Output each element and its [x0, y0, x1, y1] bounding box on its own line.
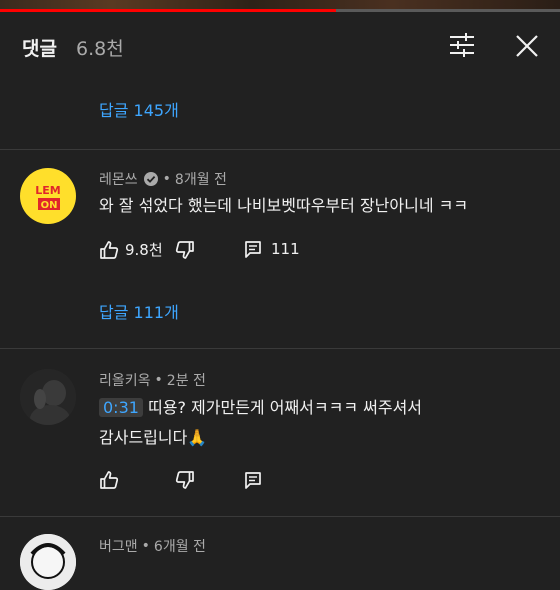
like-button[interactable]: 9.8천 — [99, 239, 163, 260]
meta-separator: • — [141, 538, 150, 554]
avatar-user[interactable] — [20, 369, 76, 425]
comment-meta: 버그맨 • 6개월 전 — [99, 536, 206, 556]
svg-text:LEM: LEM — [35, 184, 60, 197]
thumbs-up-icon — [100, 471, 119, 489]
comment-meta: 레몬쓰 • 8개월 전 — [99, 169, 227, 189]
comment-divider — [0, 516, 560, 517]
close-icon — [516, 35, 538, 57]
thumbs-down-icon — [175, 471, 194, 489]
comment-text-line1: 띠용? 제가만든게 어째서ㅋㅋㅋ 써주셔서 — [148, 398, 423, 417]
author-name[interactable]: 레몬쓰 — [99, 169, 138, 189]
like-button[interactable] — [99, 470, 119, 490]
user-photo-icon — [20, 369, 76, 425]
comment-icon — [245, 472, 261, 489]
reply-button[interactable]: 111 — [244, 240, 300, 258]
thumbs-up-icon — [100, 240, 119, 259]
comment-body: 와 잘 섞었다 했는데 나비보벳따우부터 장난아니네 ㅋㅋ — [99, 196, 469, 215]
comment-body: 0:31 띠용? 제가만든게 어째서ㅋㅋㅋ 써주셔서 감사드립니다🙏 — [99, 393, 539, 453]
avatar-bugman[interactable] — [20, 534, 76, 590]
comments-title: 댓글 — [22, 38, 57, 60]
lemon-logo-icon: LEM ON — [33, 180, 63, 212]
comment-time: 2분 전 — [166, 373, 206, 389]
author-name[interactable]: 리올키옥 — [99, 370, 151, 390]
meta-separator: • — [154, 372, 163, 388]
cartoon-avatar-icon — [20, 534, 76, 590]
timestamp-link[interactable]: 0:31 — [99, 398, 143, 417]
sliders-icon — [450, 33, 474, 57]
comment-divider — [0, 348, 560, 349]
comment-text-line2: 감사드립니다🙏 — [99, 428, 208, 447]
verified-icon — [143, 172, 158, 186]
reply-count: 111 — [271, 240, 300, 258]
filter-sort-button[interactable] — [446, 30, 478, 60]
video-strip — [0, 0, 560, 12]
comment-time: 6개월 전 — [153, 539, 206, 555]
comment-icon — [245, 241, 261, 258]
comment-divider — [0, 149, 560, 150]
comment-meta: 리올키옥 • 2분 전 — [99, 370, 206, 390]
thumbs-down-icon — [175, 241, 194, 259]
like-count: 9.8천 — [125, 241, 163, 259]
reply-button[interactable] — [244, 471, 262, 489]
avatar-lemon[interactable]: LEM ON — [20, 168, 76, 224]
close-button[interactable] — [512, 31, 542, 61]
comments-count: 6.8천 — [76, 38, 124, 60]
dislike-button[interactable] — [175, 240, 195, 260]
author-name[interactable]: 버그맨 — [99, 536, 138, 556]
meta-separator: • — [162, 171, 171, 187]
comment-time: 8개월 전 — [174, 172, 227, 188]
comment-line: 0:31 띠용? 제가만든게 어째서ㅋㅋㅋ 써주셔서 — [99, 393, 539, 423]
dislike-button[interactable] — [175, 470, 195, 490]
view-replies-link[interactable]: 답글 111개 — [99, 299, 179, 323]
svg-text:ON: ON — [41, 200, 58, 211]
view-replies-link[interactable]: 답글 145개 — [99, 97, 179, 121]
video-frame — [0, 0, 560, 9]
